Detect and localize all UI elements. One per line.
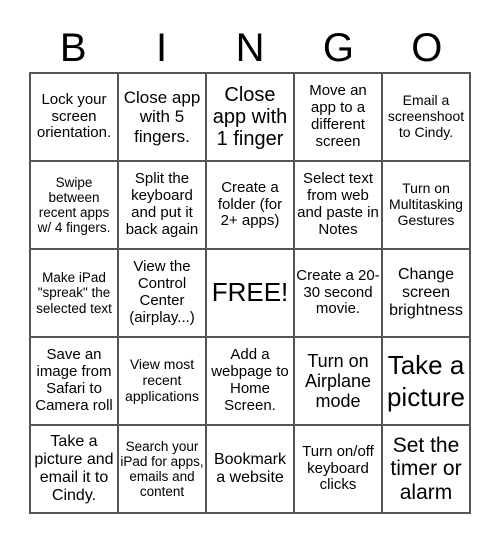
cell-text: View most recent applications — [125, 356, 199, 404]
cell-text: Create a 20-30 second movie. — [296, 266, 380, 318]
cell-text: Move an app to a different screen — [309, 82, 367, 150]
cell-text: Swipe between recent apps w/ 4 fingers. — [37, 174, 111, 236]
cell-text: Split the keyboard and put it back again — [125, 170, 199, 238]
bingo-cell[interactable]: Close app with 5 fingers. — [118, 73, 206, 161]
header-letter-b: B — [59, 26, 87, 70]
cell-text: Select text from web and paste in Notes — [297, 170, 379, 238]
cell-text: Save an image from Safari to Camera roll — [35, 346, 113, 414]
cell-text: Make iPad "spreak" the selected text — [36, 270, 112, 316]
bingo-cell[interactable]: Turn on/off keyboard clicks — [294, 425, 382, 513]
cell-text: Take a picture — [386, 349, 466, 413]
cell-text: Create a folder (for 2+ apps) — [217, 178, 283, 230]
bingo-cell[interactable]: Make iPad "spreak" the selected text — [30, 249, 118, 337]
cell-text: Close app with 1 finger — [212, 84, 288, 150]
bingo-cell[interactable]: Create a 20-30 second movie. — [294, 249, 382, 337]
bingo-cell[interactable]: Set the timer or alarm — [382, 425, 470, 513]
bingo-cell[interactable]: Turn on Multitasking Gestures — [382, 161, 470, 249]
bingo-cell[interactable]: Turn on Airplane mode — [294, 337, 382, 425]
bingo-cell[interactable]: Email a screenshoot to Cindy. — [382, 73, 470, 161]
bingo-cell[interactable]: Add a webpage to Home Screen. — [206, 337, 294, 425]
cell-text: Email a screenshoot to Cindy. — [387, 92, 465, 140]
bingo-cell[interactable]: Save an image from Safari to Camera roll — [30, 337, 118, 425]
bingo-cell[interactable]: Take a picture and email it to Cindy. — [30, 425, 118, 513]
cell-text: Take a picture and email it to Cindy. — [34, 433, 114, 504]
cell-text: View the Control Center (airplay...) — [129, 258, 195, 326]
bingo-cell[interactable]: View most recent applications — [118, 337, 206, 425]
cell-text: Turn on Multitasking Gestures — [389, 180, 463, 228]
header-letter-n: N — [235, 26, 265, 70]
header-letter-o: O — [411, 26, 443, 70]
cell-text: Change screen brightness — [389, 266, 463, 319]
cell-text: Turn on/off keyboard clicks — [302, 442, 374, 494]
cell-text: FREE! — [211, 277, 289, 308]
cell-text: Turn on Airplane mode — [304, 350, 372, 412]
header-letter-g: G — [322, 26, 354, 70]
bingo-cell[interactable]: Create a folder (for 2+ apps) — [206, 161, 294, 249]
bingo-cell[interactable]: Bookmark a website — [206, 425, 294, 513]
bingo-cell[interactable]: Close app with 1 finger — [206, 73, 294, 161]
bingo-grid: Lock your screen orientation. Close app w… — [29, 72, 471, 514]
cell-text: Lock your screen orientation. — [36, 90, 112, 142]
bingo-cell[interactable]: View the Control Center (airplay...) — [118, 249, 206, 337]
free-space-cell[interactable]: FREE! — [206, 249, 294, 337]
bingo-cell[interactable]: Lock your screen orientation. — [30, 73, 118, 161]
bingo-cell[interactable]: Select text from web and paste in Notes — [294, 161, 382, 249]
bingo-cell[interactable]: Take a picture — [382, 337, 470, 425]
cell-text: Search your iPad for apps, emails and co… — [120, 438, 204, 500]
cell-text: Set the timer or alarm — [390, 434, 462, 504]
cell-text: Close app with 5 fingers. — [123, 88, 201, 146]
cell-text: Bookmark a website — [213, 451, 287, 486]
bingo-cell[interactable]: Search your iPad for apps, emails and co… — [118, 425, 206, 513]
bingo-cell[interactable]: Split the keyboard and put it back again — [118, 161, 206, 249]
bingo-header: B I N G O — [29, 24, 471, 72]
bingo-cell[interactable]: Move an app to a different screen — [294, 73, 382, 161]
header-letter-i: I — [156, 26, 168, 70]
bingo-cell[interactable]: Change screen brightness — [382, 249, 470, 337]
cell-text: Add a webpage to Home Screen. — [211, 346, 289, 414]
bingo-cell[interactable]: Swipe between recent apps w/ 4 fingers. — [30, 161, 118, 249]
